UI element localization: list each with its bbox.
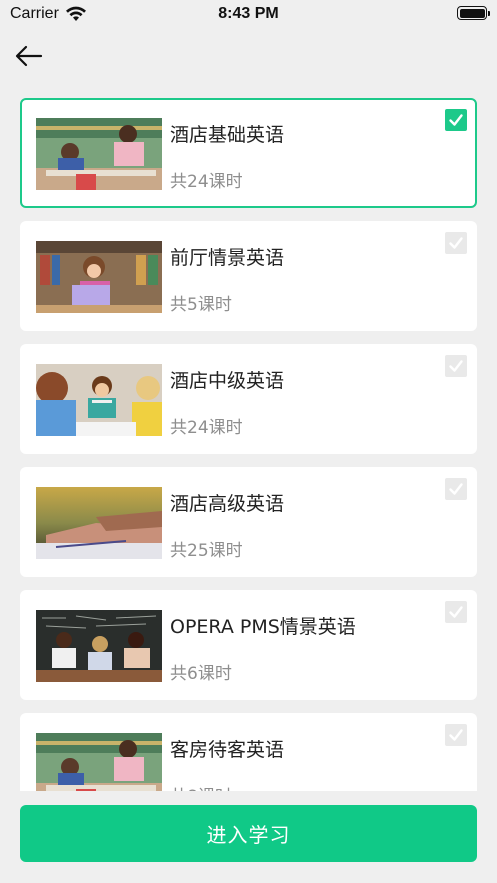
battery-icon (457, 6, 490, 20)
course-card[interactable]: 酒店中级英语 共24课时 (20, 344, 477, 454)
course-title: 酒店基础英语 (170, 124, 285, 146)
course-title: 客房待客英语 (170, 739, 285, 761)
course-thumbnail (36, 610, 162, 682)
checkmark-icon (449, 114, 463, 126)
course-lesson-count: 共5课时 (170, 295, 232, 315)
course-checkbox[interactable] (445, 355, 467, 377)
course-title: 酒店中级英语 (170, 370, 285, 392)
course-title: 前厅情景英语 (170, 247, 285, 269)
enter-study-button[interactable]: 进入学习 (20, 805, 477, 862)
course-thumbnail (36, 118, 162, 190)
back-button[interactable] (14, 42, 44, 70)
course-checkbox[interactable] (445, 601, 467, 623)
course-thumbnail (36, 241, 162, 313)
course-lesson-count: 共6课时 (170, 664, 232, 684)
course-lesson-count: 共24课时 (170, 418, 243, 438)
course-title: 酒店高级英语 (170, 493, 285, 515)
checkmark-icon (449, 729, 463, 741)
course-thumbnail (36, 733, 162, 791)
course-checkbox[interactable] (445, 724, 467, 746)
course-card[interactable]: 客房待客英语 共8课时 (20, 713, 477, 791)
course-checkbox[interactable] (445, 109, 467, 131)
course-title: OPERA PMS情景英语 (170, 616, 356, 638)
course-card[interactable]: 前厅情景英语 共5课时 (20, 221, 477, 331)
checkmark-icon (449, 360, 463, 372)
arrow-left-icon (15, 45, 43, 67)
course-thumbnail (36, 487, 162, 559)
course-list[interactable]: 酒店基础英语 共24课时 前厅情景英语 共5课时 酒店中级英语 共24课时 酒店… (20, 98, 477, 791)
course-lesson-count: 共25课时 (170, 541, 243, 561)
course-checkbox[interactable] (445, 478, 467, 500)
clock: 8:43 PM (218, 5, 279, 22)
course-card[interactable]: 酒店基础英语 共24课时 (20, 98, 477, 208)
course-card[interactable]: OPERA PMS情景英语 共6课时 (20, 590, 477, 700)
checkmark-icon (449, 606, 463, 618)
course-card[interactable]: 酒店高级英语 共25课时 (20, 467, 477, 577)
checkmark-icon (449, 237, 463, 249)
checkmark-icon (449, 483, 463, 495)
status-bar: Carrier 8:43 PM (0, 0, 497, 28)
course-lesson-count: 共24课时 (170, 172, 243, 192)
course-thumbnail (36, 364, 162, 436)
course-lesson-count: 共8课时 (170, 782, 232, 791)
battery-level (459, 8, 485, 18)
course-checkbox[interactable] (445, 232, 467, 254)
